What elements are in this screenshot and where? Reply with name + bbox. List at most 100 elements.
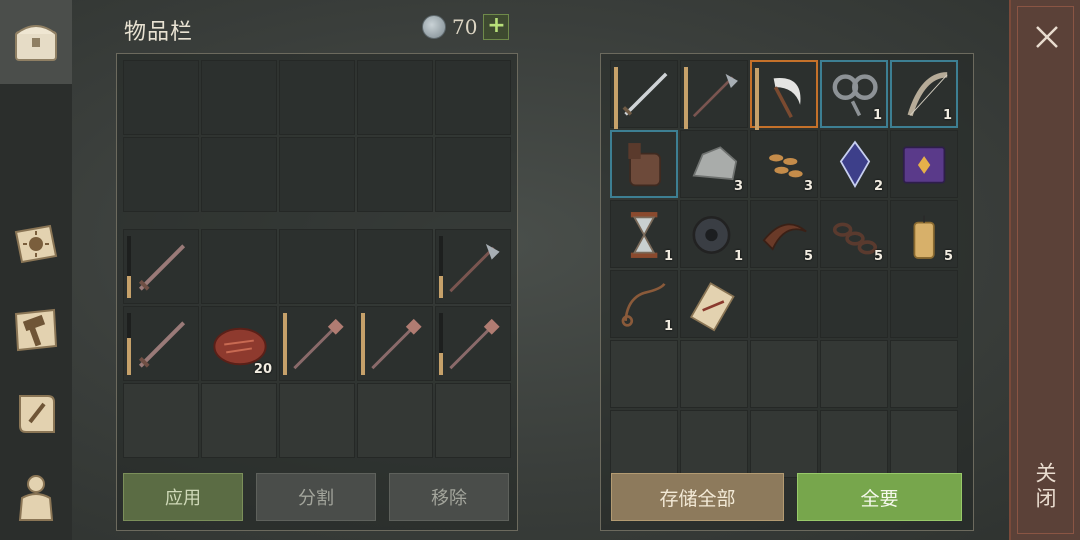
inventory-slot[interactable] — [610, 60, 678, 129]
inventory-slot[interactable] — [123, 137, 199, 212]
inventory-top-grid — [123, 60, 511, 212]
inventory-chest-icon — [15, 25, 57, 61]
tab-skills[interactable] — [0, 208, 72, 280]
currency-value: 70 — [452, 15, 478, 39]
halberd-icon — [692, 73, 738, 118]
inventory-slot[interactable] — [201, 383, 277, 458]
inventory-slot[interactable] — [680, 270, 748, 338]
inventory-slot[interactable] — [435, 306, 511, 381]
inventory-slot[interactable]: 5 — [820, 200, 888, 268]
inventory-slot[interactable] — [750, 340, 818, 408]
inventory-slot[interactable]: 3 — [680, 130, 748, 198]
inventory-slot[interactable] — [610, 340, 678, 408]
inventory-slot[interactable]: 5 — [890, 200, 958, 268]
inventory-slot[interactable] — [435, 60, 511, 135]
inventory-slot[interactable]: 1 — [610, 200, 678, 268]
take-all-button[interactable]: 全要 — [797, 473, 962, 521]
inventory-slot[interactable] — [680, 60, 748, 129]
inventory-slot[interactable] — [435, 383, 511, 458]
storage-grid: 1 1 3 3 2 1 1 5 5 5 1 — [610, 60, 958, 478]
item-quantity: 3 — [733, 179, 743, 194]
item-quantity: 5 — [943, 249, 953, 264]
character-equipment-icon — [18, 475, 54, 521]
inventory-slot[interactable]: 5 — [750, 200, 818, 268]
crafting-hammer-map-icon — [14, 308, 58, 352]
inventory-slot[interactable] — [750, 270, 818, 338]
inventory-slot[interactable] — [357, 60, 433, 135]
inventory-slot[interactable]: 20 — [201, 306, 277, 381]
inventory-bottom-grid: 20 — [123, 229, 511, 458]
inventory-slot[interactable] — [279, 383, 355, 458]
close-panel[interactable] — [1009, 0, 1080, 540]
inventory-slot[interactable] — [279, 229, 355, 304]
close-label[interactable]: 关闭 — [1030, 462, 1060, 512]
inventory-slot[interactable] — [123, 383, 199, 458]
item-quantity: 1 — [872, 108, 882, 123]
inventory-slot[interactable] — [890, 270, 958, 338]
tab-quests[interactable] — [0, 378, 72, 450]
gauntlet-icon — [628, 143, 661, 187]
sword-icon — [138, 244, 186, 291]
sun-book-icon — [14, 224, 58, 264]
remove-button[interactable]: 移除 — [389, 473, 509, 521]
quest-scroll-icon — [19, 395, 55, 433]
inventory-slot[interactable] — [435, 137, 511, 212]
item-quantity: 3 — [803, 179, 813, 194]
inventory-slot[interactable] — [201, 229, 277, 304]
inventory-slot[interactable] — [820, 340, 888, 408]
inventory-slot[interactable] — [680, 340, 748, 408]
inventory-slot[interactable] — [890, 410, 958, 478]
inventory-slot[interactable]: 2 — [820, 130, 888, 198]
inventory-slot[interactable]: 3 — [750, 130, 818, 198]
inventory-slot[interactable] — [123, 229, 199, 304]
sickle-icon — [773, 77, 801, 119]
inventory-slot[interactable] — [201, 60, 277, 135]
inventory-slot[interactable] — [750, 410, 818, 478]
mace-spear-icon — [449, 318, 500, 370]
paper-scroll-icon — [689, 282, 735, 332]
tab-character[interactable] — [0, 462, 72, 534]
inventory-slot[interactable] — [820, 270, 888, 338]
item-quantity: 20 — [253, 362, 272, 377]
inventory-slot[interactable] — [123, 60, 199, 135]
item-quantity: 1 — [663, 249, 673, 264]
inventory-slot[interactable] — [820, 410, 888, 478]
item-quantity: 2 — [873, 179, 883, 194]
inventory-slot[interactable] — [610, 130, 678, 198]
inventory-slot[interactable] — [890, 340, 958, 408]
store-all-button[interactable]: 存储全部 — [611, 473, 784, 521]
inventory-slot[interactable] — [123, 306, 199, 381]
split-button[interactable]: 分割 — [256, 473, 376, 521]
inventory-slot[interactable] — [357, 229, 433, 304]
inventory-slot[interactable] — [750, 60, 818, 130]
gem-currency-icon — [422, 15, 446, 39]
inventory-slot[interactable] — [357, 383, 433, 458]
inventory-slot[interactable] — [610, 410, 678, 478]
inventory-slot[interactable]: 1 — [890, 60, 958, 128]
inventory-slot[interactable] — [279, 60, 355, 135]
sidebar — [0, 0, 72, 540]
inventory-slot[interactable] — [357, 306, 433, 381]
inventory-slot[interactable] — [680, 410, 748, 478]
currency-display: 70 + — [422, 14, 510, 40]
inventory-slot[interactable] — [890, 130, 958, 198]
halberd-icon — [449, 243, 500, 293]
item-quantity: 1 — [663, 319, 673, 334]
inventory-slot[interactable] — [357, 137, 433, 212]
inventory-slot[interactable] — [279, 137, 355, 212]
page-title: 物品栏 — [124, 20, 194, 45]
purple-book-icon — [902, 146, 946, 184]
inventory-slot[interactable] — [201, 137, 277, 212]
close-icon[interactable] — [1032, 22, 1062, 52]
inventory-slot[interactable]: 1 — [610, 270, 678, 338]
add-currency-button[interactable]: + — [483, 14, 510, 40]
inventory-slot[interactable] — [279, 306, 355, 381]
item-quantity: 5 — [873, 249, 883, 264]
item-quantity: 5 — [803, 249, 813, 264]
inventory-slot[interactable] — [435, 229, 511, 304]
tab-crafting[interactable] — [0, 294, 72, 366]
tab-inventory[interactable] — [0, 0, 72, 84]
inventory-slot[interactable]: 1 — [820, 60, 888, 128]
inventory-slot[interactable]: 1 — [680, 200, 748, 268]
apply-button[interactable]: 应用 — [123, 473, 243, 521]
